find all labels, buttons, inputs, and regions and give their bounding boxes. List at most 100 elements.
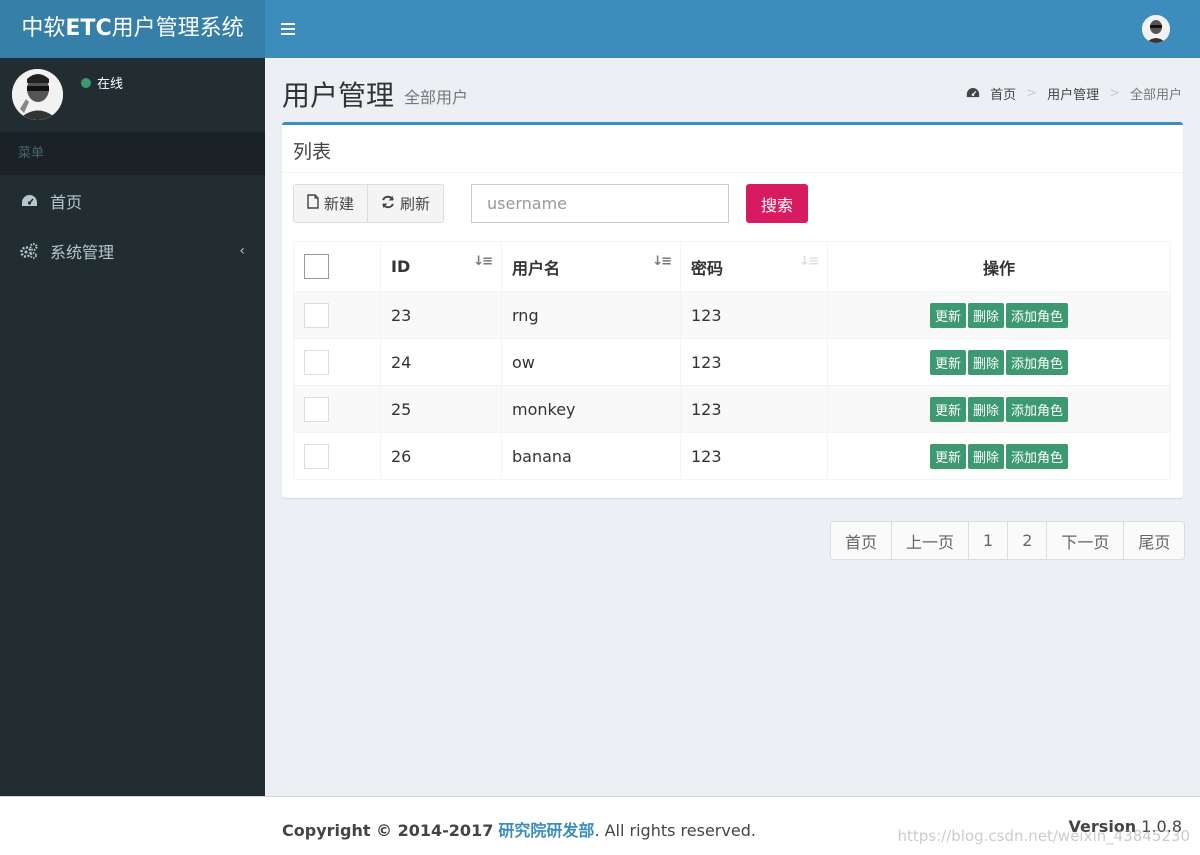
delete-button[interactable]: 删除 xyxy=(967,443,1004,469)
breadcrumb-current: 全部用户 xyxy=(1129,88,1182,103)
user-table: ID ↓≡ 用户名 ↓≡ 密码 ↓≡ 操作 23 rng 123 更新 删除 添加角色 2… xyxy=(293,241,1171,480)
pagination-first[interactable]: 首页 xyxy=(830,521,893,560)
sidebar-item-system[interactable]: 系统管理 ‹ xyxy=(0,226,265,276)
pagination-next[interactable]: 下一页 xyxy=(1046,521,1125,560)
page-title: 用户管理 xyxy=(282,79,395,112)
update-button[interactable]: 更新 xyxy=(929,302,966,328)
column-header-username[interactable]: 用户名 ↓≡ xyxy=(501,241,681,292)
sidebar-item-label: 首页 xyxy=(50,193,83,212)
logo[interactable]: 中软ETC用户管理系统 xyxy=(0,0,265,58)
cell-id: 26 xyxy=(380,432,502,480)
pagination-page-2[interactable]: 2 xyxy=(1007,521,1048,560)
sidebar-item-home[interactable]: 首页 xyxy=(0,176,265,226)
refresh-button[interactable]: 刷新 xyxy=(368,184,445,223)
cell-password: 123 xyxy=(680,291,828,339)
copyright-prefix: Copyright © 2014-2017 xyxy=(282,821,494,840)
footer: Copyright © 2014-2017 研究院研发部. All rights… xyxy=(0,796,1200,855)
add-role-button[interactable]: 添加角色 xyxy=(1006,396,1069,422)
refresh-icon xyxy=(381,195,395,213)
user-list-box: 列表 新建 刷新 搜索 ID ↓≡ 用户名 ↓≡ 密码 ↓≡ 操作 xyxy=(282,122,1183,498)
pagination-prev[interactable]: 上一页 xyxy=(891,521,970,560)
row-checkbox[interactable] xyxy=(304,443,329,469)
pagination-last[interactable]: 尾页 xyxy=(1123,521,1186,560)
breadcrumb-user-link[interactable]: 用户管理 xyxy=(1047,84,1099,103)
user-menu-avatar[interactable] xyxy=(1142,15,1170,43)
cell-password: 123 xyxy=(680,385,828,433)
table-row: 25 monkey 123 更新 删除 添加角色 xyxy=(293,385,1171,433)
table-row: 24 ow 123 更新 删除 添加角色 xyxy=(293,338,1171,386)
column-header-actions: 操作 xyxy=(827,241,1171,292)
add-role-button[interactable]: 添加角色 xyxy=(1006,302,1069,328)
breadcrumb-separator: > xyxy=(1026,86,1038,101)
cell-id: 23 xyxy=(380,291,502,339)
cell-username: rng xyxy=(501,291,681,339)
page-subtitle: 全部用户 xyxy=(404,88,469,107)
search-button[interactable]: 搜索 xyxy=(746,184,808,223)
update-button[interactable]: 更新 xyxy=(929,349,966,375)
cell-password: 123 xyxy=(680,432,828,480)
menu-header: 菜单 xyxy=(0,132,265,175)
cell-id: 25 xyxy=(380,385,502,433)
add-role-button[interactable]: 添加角色 xyxy=(1006,443,1069,469)
table-header-row: ID ↓≡ 用户名 ↓≡ 密码 ↓≡ 操作 xyxy=(293,241,1171,292)
refresh-button-label: 刷新 xyxy=(400,195,431,213)
sidebar: 在线 菜单 首页 系统管理 ‹ xyxy=(0,58,265,796)
pagination-page-1[interactable]: 1 xyxy=(968,521,1009,560)
row-checkbox[interactable] xyxy=(304,396,329,422)
column-header-label: 用户名 xyxy=(512,258,561,278)
sort-asc-icon: ↓≡ xyxy=(473,254,493,269)
select-all-checkbox[interactable] xyxy=(304,254,329,279)
table-row: 23 rng 123 更新 删除 添加角色 xyxy=(293,291,1171,339)
main-header: 中软ETC用户管理系统 xyxy=(0,0,1200,58)
sort-icon: ↓≡ xyxy=(799,254,819,269)
new-button-label: 新建 xyxy=(324,195,355,213)
user-panel: 在线 xyxy=(0,58,265,132)
copyright-suffix: . All rights reserved. xyxy=(594,821,756,840)
column-header-password[interactable]: 密码 ↓≡ xyxy=(680,241,828,292)
delete-button[interactable]: 删除 xyxy=(967,396,1004,422)
update-button[interactable]: 更新 xyxy=(929,396,966,422)
cell-username: monkey xyxy=(501,385,681,433)
box-title: 列表 xyxy=(293,141,332,163)
add-role-button[interactable]: 添加角色 xyxy=(1006,349,1069,375)
logo-suffix: 用户管理系统 xyxy=(111,16,244,41)
new-button[interactable]: 新建 xyxy=(293,184,369,223)
column-header-label: 密码 xyxy=(691,258,724,278)
delete-button[interactable]: 删除 xyxy=(967,349,1004,375)
cell-password: 123 xyxy=(680,338,828,386)
username-search-input[interactable] xyxy=(471,184,729,223)
cell-username: ow xyxy=(501,338,681,386)
hamburger-icon xyxy=(281,23,295,25)
pagination: 首页 上一页 1 2 下一页 尾页 xyxy=(830,521,1186,560)
column-header-label: ID xyxy=(391,257,411,276)
org-link[interactable]: 研究院研发部 xyxy=(498,821,594,840)
delete-button[interactable]: 删除 xyxy=(967,302,1004,328)
cell-username: banana xyxy=(501,432,681,480)
breadcrumb-separator: > xyxy=(1109,86,1120,101)
divider xyxy=(282,172,1183,173)
column-header-label: 操作 xyxy=(982,258,1015,278)
avatar-image xyxy=(12,69,63,120)
column-header-id[interactable]: ID ↓≡ xyxy=(380,241,502,292)
row-checkbox[interactable] xyxy=(304,349,329,375)
online-status-label: 在线 xyxy=(97,77,124,92)
avatar xyxy=(12,69,63,120)
row-checkbox[interactable] xyxy=(304,302,329,328)
update-button[interactable]: 更新 xyxy=(929,443,966,469)
online-dot-icon xyxy=(81,77,91,88)
online-status: 在线 xyxy=(81,73,123,92)
sidebar-toggle-button[interactable] xyxy=(278,18,300,40)
cell-id: 24 xyxy=(380,338,502,386)
breadcrumb: 首页 > 用户管理 > 全部用户 xyxy=(966,84,1182,103)
logo-bold: ETC xyxy=(65,16,112,41)
copyright: Copyright © 2014-2017 研究院研发部. All rights… xyxy=(282,817,756,841)
table-row: 26 banana 123 更新 删除 添加角色 xyxy=(293,432,1171,480)
cogs-icon xyxy=(20,242,38,260)
avatar-image xyxy=(1142,15,1170,43)
sidebar-item-label: 系统管理 xyxy=(50,243,115,262)
dashboard-icon xyxy=(966,87,980,101)
watermark: https://blog.csdn.net/weixin_43845230 xyxy=(897,827,1190,845)
chevron-left-icon: ‹ xyxy=(239,243,245,259)
dashboard-icon xyxy=(20,192,38,210)
breadcrumb-home-link[interactable]: 首页 xyxy=(990,84,1016,103)
